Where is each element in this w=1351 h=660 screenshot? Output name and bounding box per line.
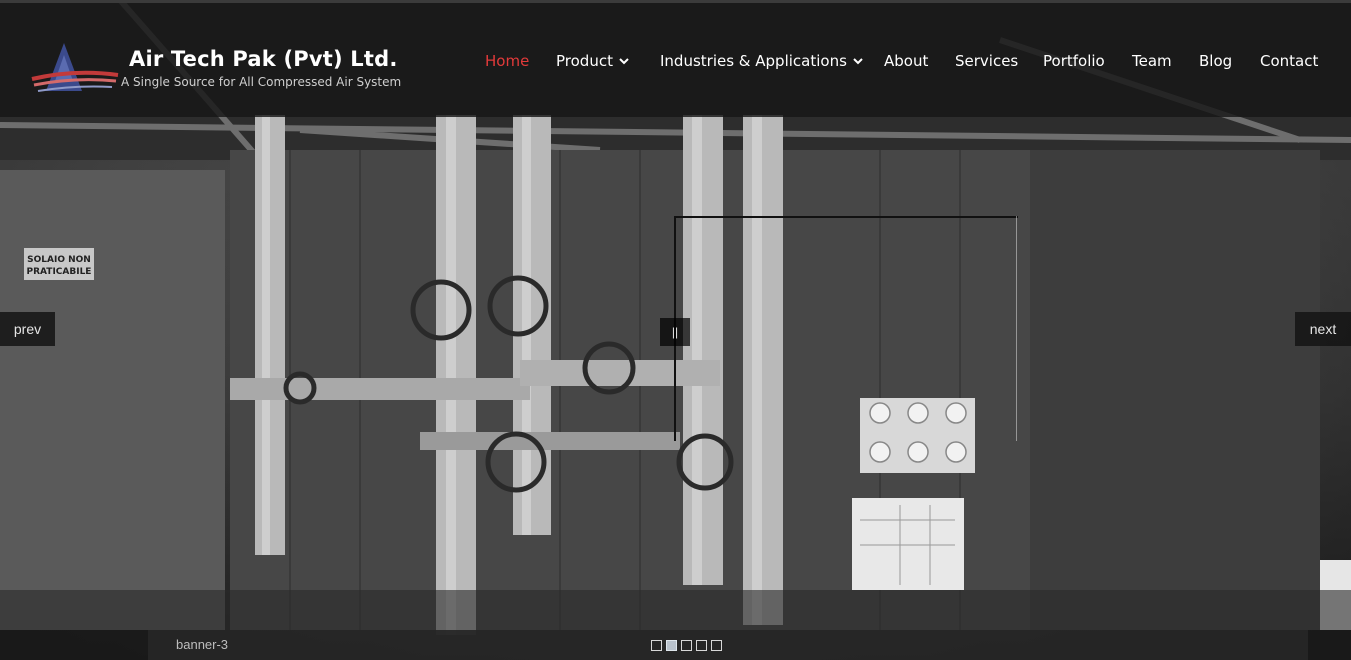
chevron-down-icon [853,58,863,65]
slider-pause-button[interactable]: || [660,318,690,346]
nav-product[interactable]: Product [556,52,629,70]
slider-dot-3[interactable] [681,640,692,651]
sign-line-1: SOLAIO NON [27,255,91,265]
slider-dot-2[interactable] [666,640,677,651]
nav-contact[interactable]: Contact [1260,52,1318,70]
nav-portfolio[interactable]: Portfolio [1043,52,1105,70]
caption-background [148,630,1308,660]
slider-next-button[interactable]: next [1295,312,1351,346]
slider-dot-1[interactable] [651,640,662,651]
nav-industries-applications[interactable]: Industries & Applications [660,52,863,70]
nav-home[interactable]: Home [485,52,529,70]
nav-team[interactable]: Team [1132,52,1172,70]
nav-about[interactable]: About [884,52,928,70]
nav-services[interactable]: Services [955,52,1018,70]
page: SOLAIO NON PRATICABILE Air Tech Pak (Pvt… [0,0,1351,660]
brand-tagline: A Single Source for All Compressed Air S… [121,75,402,89]
brand-title[interactable]: Air Tech Pak (Pvt) Ltd. [129,47,398,71]
site-header: Air Tech Pak (Pvt) Ltd. A Single Source … [0,3,1351,117]
slider-dot-5[interactable] [711,640,722,651]
sign-line-2: PRATICABILE [27,267,92,277]
slider-prev-button[interactable]: prev [0,312,55,346]
nav-product-label: Product [556,52,613,70]
nav-industries-label: Industries & Applications [660,52,847,70]
nav-blog[interactable]: Blog [1199,52,1232,70]
slide-frame-outline [674,216,1018,441]
company-logo-icon[interactable] [30,41,120,97]
slider-dot-4[interactable] [696,640,707,651]
slide-frame-divider [1016,216,1017,441]
slide-caption: banner-3 [176,637,229,652]
chevron-down-icon [619,58,629,65]
